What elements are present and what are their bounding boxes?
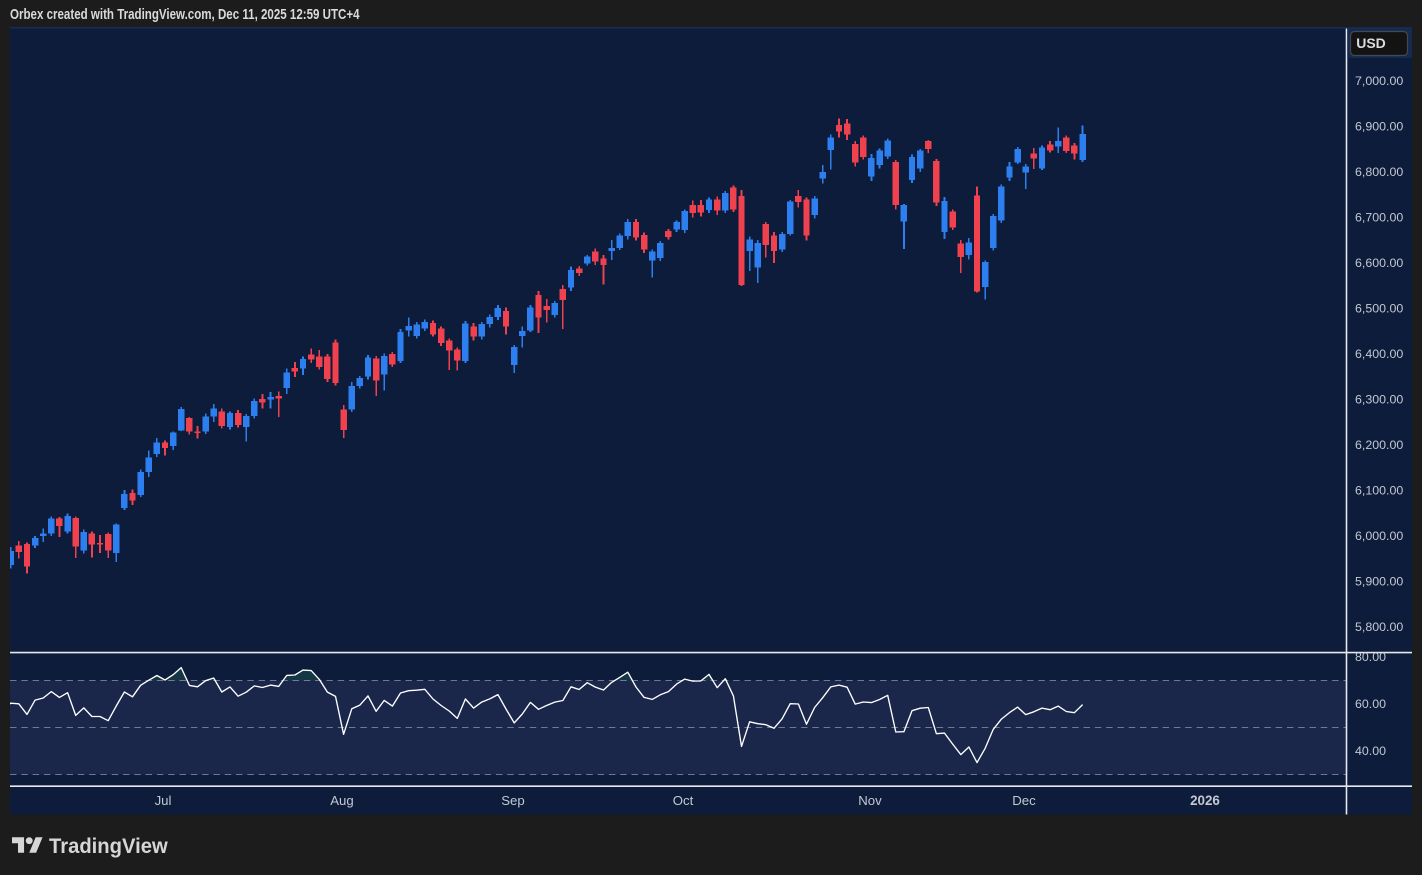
svg-text:6,800.00: 6,800.00 <box>1355 165 1403 179</box>
svg-text:6,900.00: 6,900.00 <box>1355 120 1403 134</box>
svg-text:Oct: Oct <box>673 793 694 808</box>
svg-text:6,100.00: 6,100.00 <box>1355 484 1403 498</box>
svg-text:6,500.00: 6,500.00 <box>1355 302 1403 316</box>
svg-text:80.00: 80.00 <box>1355 650 1386 664</box>
svg-text:7,000.00: 7,000.00 <box>1355 74 1403 88</box>
svg-text:5,800.00: 5,800.00 <box>1355 620 1403 634</box>
svg-text:6,600.00: 6,600.00 <box>1355 256 1403 270</box>
svg-text:Sep: Sep <box>501 793 524 808</box>
svg-text:6,700.00: 6,700.00 <box>1355 211 1403 225</box>
svg-text:40.00: 40.00 <box>1355 744 1386 758</box>
svg-text:6,300.00: 6,300.00 <box>1355 393 1403 407</box>
svg-text:USD: USD <box>1356 35 1386 51</box>
svg-text:Dec: Dec <box>1012 793 1036 808</box>
svg-text:6,000.00: 6,000.00 <box>1355 529 1403 543</box>
svg-text:Jul: Jul <box>155 793 172 808</box>
svg-text:Aug: Aug <box>330 793 353 808</box>
svg-text:6,200.00: 6,200.00 <box>1355 438 1403 452</box>
svg-text:2026: 2026 <box>1190 793 1220 808</box>
svg-text:60.00: 60.00 <box>1355 697 1386 711</box>
svg-text:5,900.00: 5,900.00 <box>1355 575 1403 589</box>
svg-text:Nov: Nov <box>858 793 882 808</box>
svg-text:6,400.00: 6,400.00 <box>1355 347 1403 361</box>
